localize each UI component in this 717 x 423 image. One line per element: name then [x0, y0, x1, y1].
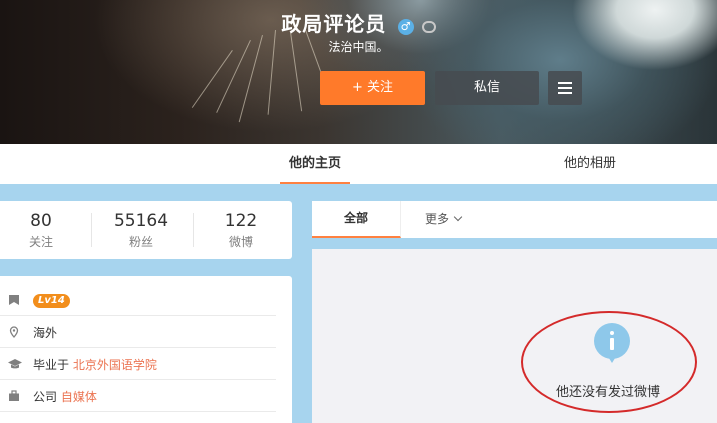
stat-value: 122 — [224, 211, 258, 231]
message-button[interactable]: 私信 — [435, 71, 539, 105]
feed-tab-more-label: 更多 — [425, 212, 450, 226]
location-icon — [8, 326, 20, 338]
stat-label: 粉丝 — [128, 235, 153, 249]
feed-tab-more[interactable]: 更多 — [425, 201, 463, 238]
education-icon — [8, 358, 22, 370]
education-school-link[interactable]: 北京外国语学院 — [73, 358, 157, 372]
profile-name: 政局评论员 — [281, 12, 387, 36]
divider — [91, 213, 92, 247]
profile-tab-bar: 他的主页 他的相册 — [0, 144, 717, 184]
vip-icon[interactable] — [421, 20, 436, 33]
feed-tab-all[interactable]: 全部 — [312, 201, 401, 238]
divider — [193, 213, 194, 247]
feed-tab-bar: 全部 更多 — [312, 201, 717, 238]
stats-card: 80 关注 55164 粉丝 122 微博 — [0, 201, 292, 259]
info-row-level: Lv14 — [0, 284, 276, 316]
level-icon — [8, 294, 20, 306]
chevron-down-icon — [453, 212, 463, 222]
education-prefix: 毕业于 — [33, 358, 70, 372]
stat-label: 关注 — [28, 235, 53, 249]
info-row-education: 毕业于 北京外国语学院 — [0, 348, 276, 380]
location-text: 海外 — [33, 326, 58, 340]
info-row-location: 海外 — [0, 316, 276, 348]
company-icon — [8, 390, 20, 402]
menu-icon — [558, 82, 572, 94]
company-prefix: 公司 — [33, 390, 58, 404]
profile-cover: 政局评论员 ♂ 法治中国。 + 关注 私信 — [0, 0, 717, 144]
tab-home[interactable]: 他的主页 — [280, 144, 350, 184]
menu-button[interactable] — [548, 71, 582, 105]
male-icon: ♂ — [397, 18, 414, 35]
stat-following[interactable]: 80 关注 — [0, 211, 86, 250]
stat-followers[interactable]: 55164 粉丝 — [96, 211, 186, 250]
tab-album[interactable]: 他的相册 — [555, 144, 625, 184]
stat-value: 55164 — [113, 211, 169, 231]
level-badge[interactable]: Lv14 — [33, 294, 70, 308]
profile-bio: 法治中国。 — [328, 40, 389, 54]
annotation-circle — [521, 311, 697, 413]
company-link[interactable]: 自媒体 — [61, 390, 97, 404]
info-row-company: 公司 自媒体 — [0, 380, 276, 412]
info-card: Lv14 海外 毕业于 北京外国语学院 公司 自媒体 — [0, 276, 292, 423]
stat-value: 80 — [30, 211, 52, 231]
stat-label: 微博 — [228, 235, 253, 249]
follow-button[interactable]: + 关注 — [320, 71, 425, 105]
stat-posts[interactable]: 122 微博 — [196, 211, 286, 250]
